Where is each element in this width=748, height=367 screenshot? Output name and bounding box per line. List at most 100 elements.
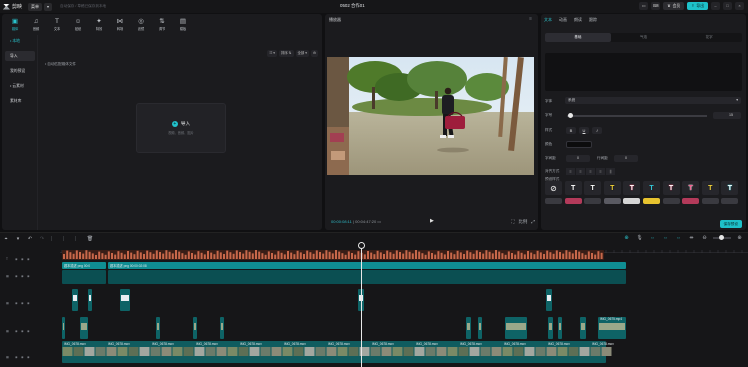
tab-media[interactable]: ▣ 媒体 [6,15,24,33]
clip-thumbnail[interactable] [227,347,238,356]
line-spacing-input[interactable]: 0 [614,155,638,162]
text-input[interactable] [545,53,742,91]
clip-label[interactable]: IMG_0678.mov [64,342,86,346]
clip-thumbnail[interactable] [590,347,601,356]
clip-thumbnail[interactable] [249,347,260,356]
play-icon[interactable]: ▶ [430,218,434,224]
clip-thumbnail[interactable] [81,323,87,330]
clip-thumbnail[interactable] [84,347,95,356]
clip-thumbnail[interactable] [150,347,161,356]
clip-thumbnail[interactable] [172,347,183,356]
clip-thumbnail[interactable] [139,347,150,356]
clip-thumbnail[interactable] [535,347,546,356]
media-nav-item-3[interactable]: • 云素材 [5,81,35,91]
tab-effect[interactable]: ✦ 特效 [90,15,108,33]
clip-thumbnail[interactable] [549,323,552,330]
text-style-preset[interactable]: T [662,181,680,195]
clip-thumbnail[interactable] [117,347,128,356]
clip-label[interactable]: IMG_0678.mov [460,342,482,346]
project-title[interactable]: 0502 合作01 [340,3,365,9]
clip-thumbnail[interactable] [238,347,249,356]
playhead-handle[interactable] [358,242,365,249]
italic-button[interactable]: I [592,127,602,134]
media-nav-item-2[interactable]: 我的预设 [5,66,35,76]
clip-thumbnail[interactable] [326,347,337,356]
text-style-preset[interactable]: T [584,181,602,195]
align-center-icon[interactable]: ≡ [576,168,585,175]
text-style-preset[interactable]: T [623,181,641,195]
clip-thumbnail[interactable] [63,323,64,330]
clip-thumbnail[interactable] [106,347,117,356]
size-input[interactable]: 15 [713,112,741,119]
clip-label[interactable]: IMG_0678.mov [152,342,174,346]
clip-thumbnail[interactable] [436,347,447,356]
text-style-preset[interactable] [682,198,700,204]
ratio-button[interactable]: 比例 [518,219,527,225]
text-clip-label[interactable]: 题本描述 png 00:0 [64,263,90,268]
clip-thumbnail[interactable] [524,347,535,356]
clip-thumbnail[interactable] [559,323,561,330]
clip-thumbnail[interactable] [304,347,315,356]
clip-thumbnail[interactable] [348,347,359,356]
text-style-preset[interactable] [662,198,680,204]
text-style-preset[interactable]: T [564,181,582,195]
tab-text[interactable]: T 文本 [48,15,66,33]
menu-button[interactable]: 菜单 [28,2,43,11]
clip-thumbnail[interactable] [221,323,223,330]
underline-button[interactable]: U [579,127,589,134]
align-right-icon[interactable]: ≡ [586,168,595,175]
clip-thumbnail[interactable] [579,347,590,356]
tab-transition[interactable]: ⋈ 转场 [111,15,129,33]
overlay-clip[interactable] [108,270,626,284]
settings-icon[interactable]: ⚙ [310,50,318,57]
view-toggle[interactable]: ☷ ▾ [267,50,277,57]
clip-thumbnail[interactable] [62,347,73,356]
clip-thumbnail[interactable] [260,347,271,356]
clip-thumbnail[interactable] [73,295,77,301]
text-style-preset[interactable] [642,198,660,204]
clip-thumbnail[interactable] [467,323,470,330]
export-button[interactable]: ⇪ 导出 [687,2,708,10]
maximize-icon[interactable]: □ [723,2,732,10]
clip-thumbnail[interactable] [293,347,304,356]
clip-thumbnail[interactable] [315,347,326,356]
clip-label[interactable]: IMG_0678.mov [592,342,614,346]
text-style-preset[interactable] [623,198,641,204]
text-subtab-1[interactable]: 气泡 [611,33,677,42]
clip-thumbnail[interactable] [370,347,381,356]
clip-label[interactable]: IMG_0678.mov [240,342,262,346]
spacing-input[interactable]: 0 [566,155,590,162]
inspector-tab-1[interactable]: 动画 [559,17,567,23]
dropdown-chevron-icon[interactable]: ▾ [44,2,53,11]
clip-thumbnail[interactable] [183,347,194,356]
inspector-tab-2[interactable]: 朗读 [574,17,582,23]
clip-thumbnail[interactable] [513,347,524,356]
fullscreen-icon[interactable]: ⤢ [531,219,535,225]
layout-icon[interactable]: ▭ [639,2,649,10]
clip-thumbnail[interactable] [547,295,551,301]
text-style-preset[interactable]: T [721,181,739,195]
minimize-icon[interactable]: – [711,2,720,10]
text-style-preset[interactable] [545,198,562,204]
no-style-icon[interactable]: ⊘ [545,181,562,195]
inspector-tab-3[interactable]: 跟踪 [589,17,597,23]
text-style-preset[interactable] [584,198,602,204]
clip-thumbnail[interactable] [216,347,227,356]
clip-thumbnail[interactable] [581,323,585,330]
video-preview[interactable] [327,57,534,175]
clip-thumbnail[interactable] [502,347,513,356]
clip-thumbnail[interactable] [194,347,205,356]
clip-thumbnail[interactable] [282,347,293,356]
clip-label[interactable]: IMG_0678.mov [548,342,570,346]
timeline-tracks[interactable]: T ◉ ◉ ◉▦ ◉ ◉ ◉▦ ◉ ◉ ◉▦ ◉ ◉ ◉▦ ◉ ◉ ◉题本描述 png 00:0 题本描述 pn… [0,233,748,367]
clip-thumbnail[interactable] [392,347,403,356]
size-slider-handle[interactable] [568,113,573,118]
clip-thumbnail[interactable] [161,347,172,356]
save-preset-button[interactable]: 保存预设 [719,220,742,228]
tab-adjust[interactable]: ⇅ 调节 [153,15,171,33]
text-style-preset[interactable]: T [603,181,621,195]
clip-thumbnail[interactable] [271,347,282,356]
clip-label[interactable]: IMG_0678.mov [108,342,130,346]
playhead[interactable] [361,243,362,367]
tab-template[interactable]: ▤ 模板 [174,15,192,33]
